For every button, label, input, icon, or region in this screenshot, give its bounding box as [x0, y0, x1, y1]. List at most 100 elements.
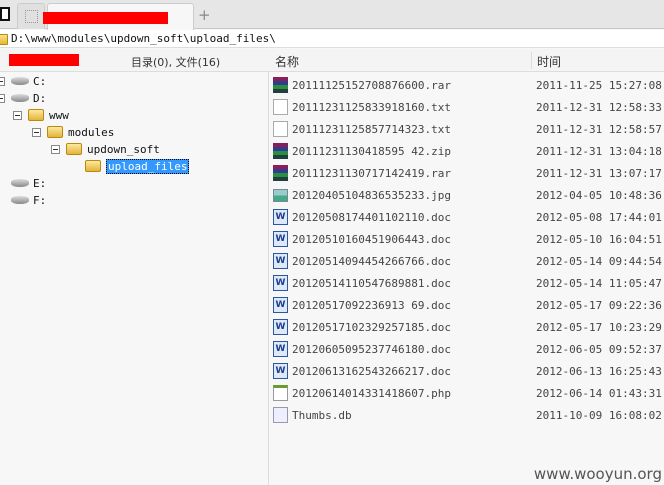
folder-icon — [85, 160, 101, 172]
file-row[interactable]: 20111231130418595 42.zip 2011-12-31 13:04… — [273, 141, 663, 161]
file-name: Thumbs.db — [292, 409, 352, 422]
doc-file-icon: W — [273, 319, 288, 335]
file-row[interactable]: Thumbs.db 2011-10-09 16:08:02 — [273, 405, 663, 425]
file-time: 2011-12-31 13:07:17 — [536, 167, 662, 180]
file-time: 2011-12-31 12:58:57 — [536, 123, 662, 136]
rar-file-icon — [273, 165, 288, 181]
file-time: 2011-11-25 15:27:08 — [536, 79, 662, 92]
file-name: 20120613162543266217.doc — [292, 365, 451, 378]
db-file-icon — [273, 407, 288, 423]
file-name: 20111125152708876600.rar — [292, 79, 451, 92]
file-row[interactable]: W 20120510160451906443.doc 2012-05-10 16:0… — [273, 229, 663, 249]
drive-icon — [11, 94, 29, 102]
tree-node-label: F: — [33, 193, 47, 207]
tree-node-label: www — [49, 108, 69, 122]
file-row[interactable]: 20111231125857714323.txt 2011-12-31 12:58… — [273, 119, 663, 139]
pane-divider[interactable] — [268, 72, 269, 485]
tree-node[interactable]: E: — [0, 175, 46, 191]
file-row[interactable]: W 20120517092236913 69.doc 2012-05-17 09:2… — [273, 295, 663, 315]
file-row[interactable]: 20111231125833918160.txt 2011-12-31 12:58… — [273, 97, 663, 117]
file-time: 2011-12-31 12:58:33 — [536, 101, 662, 114]
file-name: 20120514110547689881.doc — [292, 277, 451, 290]
tree-node[interactable]: www — [13, 107, 69, 123]
txt-file-icon — [273, 99, 288, 115]
window-menu-button[interactable] — [0, 7, 10, 21]
doc-file-icon: W — [273, 363, 288, 379]
file-time: 2012-05-14 11:05:47 — [536, 277, 662, 290]
jpg-file-icon — [273, 189, 288, 202]
folder-icon — [66, 143, 82, 155]
file-row[interactable]: W 20120514094454266766.doc 2012-05-14 09:4… — [273, 251, 663, 271]
file-time: 2011-12-31 13:04:18 — [536, 145, 662, 158]
tree-node-label: modules — [68, 125, 115, 139]
file-row[interactable]: W 20120517102329257185.doc 2012-05-17 10:2… — [273, 317, 663, 337]
path-text: D:\www\modules\updown_soft\upload_files\ — [11, 32, 276, 45]
file-name: 20120508174401102110.doc — [292, 211, 451, 224]
folder-icon — [0, 34, 8, 45]
file-name: 20111231130717142419.rar — [292, 167, 451, 180]
rar-file-icon — [273, 143, 288, 159]
page-icon — [25, 10, 38, 23]
file-row[interactable]: 20120405104836535233.jpg 2012-04-05 10:48… — [273, 185, 663, 205]
drive-icon — [11, 196, 29, 204]
collapse-toggle[interactable] — [51, 144, 60, 154]
column-name[interactable]: 名称 — [275, 53, 299, 70]
folder-icon — [28, 109, 44, 121]
file-time: 2012-06-13 16:25:43 — [536, 365, 662, 378]
file-row[interactable]: W 20120508174401102110.doc 2012-05-08 17:4… — [273, 207, 663, 227]
tab-inactive[interactable] — [17, 3, 45, 29]
collapse-toggle[interactable] — [0, 93, 5, 103]
column-time[interactable]: 时间 — [537, 53, 561, 70]
collapse-toggle[interactable] — [13, 110, 22, 120]
collapse-toggle[interactable] — [0, 76, 5, 86]
php-file-icon — [273, 385, 288, 401]
tree-node[interactable]: C: — [0, 73, 46, 89]
column-separator[interactable] — [531, 52, 532, 69]
redacted-title — [43, 12, 168, 24]
file-name: 20120510160451906443.doc — [292, 233, 451, 246]
drive-icon — [11, 179, 29, 187]
tree-node[interactable]: updown_soft — [51, 141, 160, 157]
file-row[interactable]: 20120614014331418607.php 2012-06-14 01:43… — [273, 383, 663, 403]
file-time: 2012-04-05 10:48:36 — [536, 189, 662, 202]
file-name: 20120514094454266766.doc — [292, 255, 451, 268]
collapse-toggle[interactable] — [32, 127, 41, 137]
file-time: 2012-05-17 10:23:29 — [536, 321, 662, 334]
tree-node[interactable]: D: — [0, 90, 46, 106]
list-header: 目录(0), 文件(16) 名称 时间 — [0, 49, 664, 72]
doc-file-icon: W — [273, 231, 288, 247]
redacted-label — [9, 54, 79, 66]
file-name: 20120517102329257185.doc — [292, 321, 451, 334]
file-row[interactable]: W 20120514110547689881.doc 2012-05-14 11:0… — [273, 273, 663, 293]
doc-file-icon: W — [273, 253, 288, 269]
new-tab-button[interactable]: + — [198, 6, 211, 24]
file-time: 2012-05-10 16:04:51 — [536, 233, 662, 246]
tab-active[interactable] — [43, 3, 194, 30]
tree-node[interactable]: upload_files — [85, 158, 190, 174]
file-time: 2011-10-09 16:08:02 — [536, 409, 662, 422]
file-name: 20120517092236913 69.doc — [292, 299, 451, 312]
drive-icon — [11, 77, 29, 85]
path-bar[interactable]: D:\www\modules\updown_soft\upload_files\ — [0, 30, 664, 48]
file-row[interactable]: W 20120605095237746180.doc 2012-06-05 09:5… — [273, 339, 663, 359]
tree-node-label: updown_soft — [87, 142, 160, 156]
file-name: 20111231130418595 42.zip — [292, 145, 451, 158]
file-row[interactable]: 20111125152708876600.rar 2011-11-25 15:27… — [273, 75, 663, 95]
tab-bar: + — [0, 0, 664, 30]
doc-file-icon: W — [273, 341, 288, 357]
file-row[interactable]: W 20120613162543266217.doc 2012-06-13 16:2… — [273, 361, 663, 381]
file-name: 20120614014331418607.php — [292, 387, 451, 400]
doc-file-icon: W — [273, 209, 288, 225]
tree-node[interactable]: F: — [0, 192, 46, 208]
watermark: www.wooyun.org — [533, 465, 662, 483]
tree-node[interactable]: modules — [32, 124, 114, 140]
file-name: 20111231125833918160.txt — [292, 101, 451, 114]
file-time: 2012-05-17 09:22:36 — [536, 299, 662, 312]
file-time: 2012-05-14 09:44:54 — [536, 255, 662, 268]
file-row[interactable]: 20111231130717142419.rar 2011-12-31 13:07… — [273, 163, 663, 183]
file-name: 20111231125857714323.txt — [292, 123, 451, 136]
file-time: 2012-05-08 17:44:01 — [536, 211, 662, 224]
tree-node-label: C: — [33, 74, 47, 88]
file-name: 20120405104836535233.jpg — [292, 189, 451, 202]
file-time: 2012-06-14 01:43:31 — [536, 387, 662, 400]
